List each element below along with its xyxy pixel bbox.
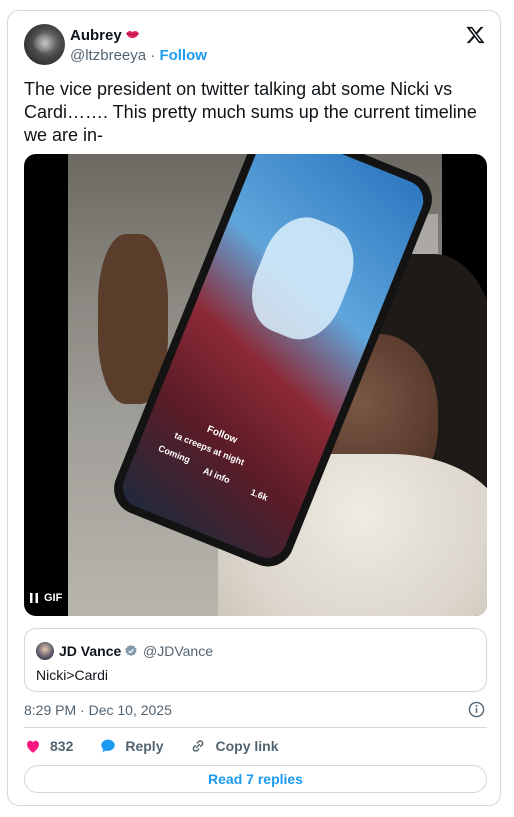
x-logo-icon[interactable] [465,25,486,45]
quoted-author-handle[interactable]: @JDVance [143,642,213,660]
handle-separator: · [150,47,156,64]
reply-button[interactable]: Reply [99,737,163,755]
quoted-tweet-text: Nicki>Cardi [36,667,108,683]
author-handle-row: @ltzbreeya · Follow [70,47,207,65]
heart-icon[interactable] [24,737,42,755]
divider [24,727,487,728]
copy-link-button[interactable]: Copy link [189,737,279,755]
gif-label: GIF [44,592,63,604]
author-avatar[interactable] [24,24,65,65]
quoted-author-avatar[interactable] [36,642,54,660]
avatar-photo [34,34,56,52]
video-frame: Follow ta creeps at night Coming AI info… [68,154,487,616]
pause-icon[interactable] [30,593,38,603]
author-name[interactable]: Aubrey [70,27,122,45]
screen-follow-text: Follow [205,424,239,447]
tweet-text: The vice president on twitter talking ab… [24,79,477,145]
embedded-tweet-card: Aubrey @ltzbreeya · Follow The vice pres… [7,10,501,806]
screen-coming-text: Coming [156,443,192,465]
screen-likes-text: 1.6k [249,486,270,503]
link-icon[interactable] [189,737,207,755]
tweet-actions: 832 Reply Copy link [24,736,305,756]
like-button[interactable]: 832 [24,737,73,755]
like-count: 832 [50,738,74,754]
copy-link-label: Copy link [215,738,279,754]
gif-media[interactable]: Follow ta creeps at night Coming AI info… [24,154,487,616]
quoted-tweet[interactable]: JD Vance @JDVance Nicki>Cardi [24,628,487,692]
screen-ai-info-text: AI info [201,465,232,486]
follow-link[interactable]: Follow [159,47,207,64]
read-replies-button[interactable]: Read 7 replies [24,765,487,793]
info-icon[interactable] [468,701,485,718]
verified-badge-icon [125,644,137,657]
author-handle[interactable]: @ltzbreeya [70,47,146,64]
lips-icon [126,31,139,39]
tweet-timestamp[interactable]: 8:29 PM · Dec 10, 2025 [24,701,172,719]
santa-figure [238,205,367,351]
reply-bubble-icon[interactable] [99,737,117,755]
reply-label: Reply [125,738,164,754]
quoted-author-name[interactable]: JD Vance [59,642,121,660]
gif-badge[interactable]: GIF [30,592,62,604]
